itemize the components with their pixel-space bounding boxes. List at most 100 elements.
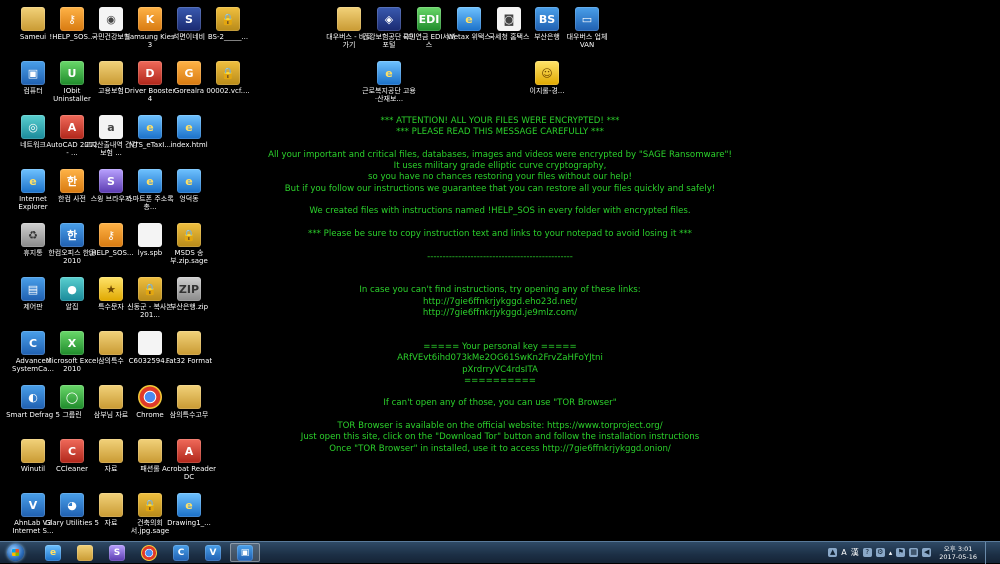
desktop-icon[interactable]: 🔒 BS-2_____... [201, 4, 255, 58]
desktop-icon[interactable]: e Drawing1_... [162, 490, 216, 544]
ransom-note-line [240, 240, 760, 251]
folder-icon [99, 331, 123, 355]
ransom-note-line [240, 263, 760, 274]
alzip-icon: ● [60, 277, 84, 301]
ie-shortcut-icon: e [177, 169, 201, 193]
control-panel-icon: ▤ [21, 277, 45, 301]
taskbar-advanced-systemcare[interactable]: C [166, 543, 196, 562]
folder-icon [21, 439, 45, 463]
desktop-icon-label: 근로복지공단 고용·산재보... [362, 87, 416, 103]
windows-logo-icon [6, 544, 24, 561]
internet-explorer-icon: e [21, 169, 45, 193]
ransom-note-line: All your important and critical files, d… [268, 149, 732, 160]
computer-icon: ▣ [237, 544, 253, 561]
taskbar-swing-browser[interactable]: S [102, 543, 132, 562]
settings-icon[interactable]: ⚙ [875, 548, 885, 557]
driver-booster-icon: D [138, 61, 162, 85]
taskbar-internet-explorer[interactable]: e [38, 543, 68, 562]
folder-icon [177, 331, 201, 355]
desktop-icon[interactable]: ☺ 이지롤-경... [520, 58, 574, 112]
advanced-systemcare-icon: C [21, 331, 45, 355]
smart-defrag-icon: ◐ [21, 385, 45, 409]
desktop-icon-label: MSDS 송부.zip.sage [170, 249, 208, 265]
ie-shortcut-icon: e [138, 169, 162, 193]
excel-icon: X [60, 331, 84, 355]
taskbar-file-explorer[interactable] [70, 543, 100, 562]
network-icon: ◎ [21, 115, 45, 139]
folder-icon [21, 7, 45, 31]
show-hidden-icons-icon[interactable]: ▴ [889, 549, 893, 557]
ransom-note-line: *** ATTENTION! ALL YOUR FILES WERE ENCRY… [380, 116, 620, 126]
ransom-note-line [240, 319, 760, 330]
flag-icon[interactable]: ⚑ [896, 548, 906, 557]
ransom-note-line: *** Please be sure to copy instruction t… [308, 228, 692, 239]
taskbar-chrome[interactable] [134, 543, 164, 562]
ransom-note-line [240, 387, 760, 398]
desktop-icon[interactable]: e 엉덕동 [162, 166, 216, 220]
busan-bank-icon: BS [535, 7, 559, 31]
gorealra-icon: G [177, 61, 201, 85]
zip-file-icon: ZIP [177, 277, 201, 301]
desktop-icon[interactable]: 🔒 MSDS 송부.zip.sage [162, 220, 216, 274]
glary-utilities-icon: ◕ [60, 493, 84, 517]
ransom-note-line: In case you can't find instructions, try… [359, 285, 641, 296]
desktop-icon[interactable]: e 근로복지공단 고용·산재보... [362, 58, 416, 112]
clock-date: 2017-05-16 [939, 552, 977, 561]
computer-icon: ▭ [575, 7, 599, 31]
network-icon[interactable]: ▦ [909, 548, 919, 557]
internet-explorer-icon: e [45, 544, 61, 561]
desktop-icon-label: 대우버스 업체VAN [566, 33, 608, 49]
desktop-icon[interactable]: 🔒 00002.vcf.... [201, 58, 255, 112]
document-icon: a [99, 115, 123, 139]
ransom-note-line: so you have no chances restoring your fi… [367, 172, 633, 183]
clock[interactable]: 오후 3:01 2017-05-16 [939, 545, 977, 561]
ccleaner-icon: C [60, 439, 84, 463]
ransom-note-line [240, 218, 760, 229]
ie-shortcut-icon: e [138, 115, 162, 139]
special-char-icon: ★ [99, 277, 123, 301]
folder-icon [77, 544, 93, 561]
app-icon: ◈ [377, 7, 401, 31]
shield-icon[interactable]: ▲ [828, 548, 838, 557]
locked-file-icon: 🔒 [216, 61, 240, 85]
desktop-icon[interactable]: ▭ 대우버스 업체VAN [560, 4, 614, 58]
ransom-note-line: pXrdrryVC4rdsITA [462, 364, 538, 375]
ransom-note-line: We created files with instructions named… [309, 206, 691, 217]
volume-icon[interactable]: ◀ [922, 548, 932, 557]
desktop-icon-label: 엉덕동 [179, 195, 199, 203]
folder-icon [138, 439, 162, 463]
desktop-icon[interactable]: A Acrobat Reader DC [162, 436, 216, 490]
acrobat-icon: A [177, 439, 201, 463]
locked-file-icon: 🔒 [177, 223, 201, 247]
ie-shortcut-icon: e [177, 115, 201, 139]
folder-icon [99, 493, 123, 517]
desktop-icon[interactable]: 삼의특수고무 [162, 382, 216, 436]
help-sos-file-icon: ⚷ [99, 223, 123, 247]
ransom-note: *** ATTENTION! ALL YOUR FILES WERE ENCRY… [240, 116, 760, 455]
desktop-icon-label: 00002.vcf.... [206, 87, 250, 95]
desktop-icon-label: 부산은행.zip [169, 303, 209, 311]
ransom-note-line: ========== [463, 375, 536, 386]
document-icon: ◉ [99, 7, 123, 31]
taskbar-remote-desktop[interactable]: ▣ [230, 543, 260, 562]
desktop-icon-label: 이지롤-경... [529, 87, 565, 95]
help-icon[interactable]: ? [862, 548, 872, 557]
desktop-icon[interactable]: Fat32 Format [162, 328, 216, 382]
folder-icon [99, 385, 123, 409]
ransom-note-line: TOR Browser is available on the official… [337, 421, 663, 432]
language-indicator[interactable]: A [841, 548, 846, 557]
start-button[interactable] [0, 542, 30, 564]
iobit-uninstaller-icon: U [60, 61, 84, 85]
locked-file-icon: 🔒 [138, 493, 162, 517]
taskbar-ahnlab-v3[interactable]: V [198, 543, 228, 562]
ransom-note-line [240, 139, 760, 150]
samsung-kies-icon: K [138, 7, 162, 31]
autocad-icon: A [60, 115, 84, 139]
document-icon [138, 331, 162, 355]
ransom-note-line [240, 274, 760, 285]
ime-indicator[interactable]: 漢 [851, 547, 859, 558]
locked-file-icon: 🔒 [138, 277, 162, 301]
show-desktop-button[interactable] [985, 541, 994, 564]
desktop-icon[interactable]: ZIP 부산은행.zip [162, 274, 216, 328]
desktop-icon[interactable]: e index.html [162, 112, 216, 166]
